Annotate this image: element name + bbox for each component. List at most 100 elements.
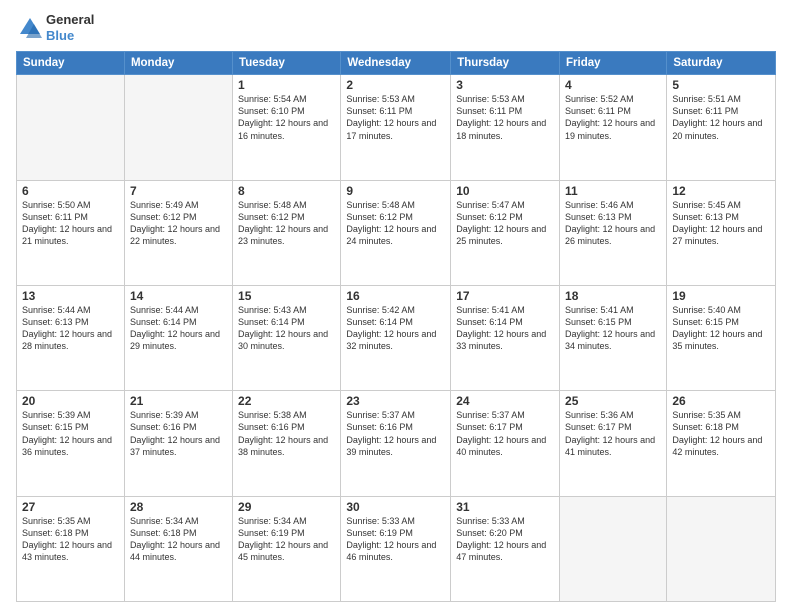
day-info: Sunrise: 5:33 AM Sunset: 6:20 PM Dayligh… [456,515,554,564]
day-info: Sunrise: 5:48 AM Sunset: 6:12 PM Dayligh… [346,199,445,248]
calendar-cell: 23Sunrise: 5:37 AM Sunset: 6:16 PM Dayli… [341,391,451,496]
calendar-cell: 27Sunrise: 5:35 AM Sunset: 6:18 PM Dayli… [17,496,125,601]
day-info: Sunrise: 5:41 AM Sunset: 6:15 PM Dayligh… [565,304,661,353]
day-info: Sunrise: 5:35 AM Sunset: 6:18 PM Dayligh… [22,515,119,564]
calendar-cell: 22Sunrise: 5:38 AM Sunset: 6:16 PM Dayli… [233,391,341,496]
day-info: Sunrise: 5:44 AM Sunset: 6:14 PM Dayligh… [130,304,227,353]
day-number: 6 [22,184,119,198]
weekday-header: Tuesday [233,52,341,75]
day-number: 4 [565,78,661,92]
day-info: Sunrise: 5:33 AM Sunset: 6:19 PM Dayligh… [346,515,445,564]
day-number: 26 [672,394,770,408]
page: GeneralBlue SundayMondayTuesdayWednesday… [0,0,792,612]
day-info: Sunrise: 5:40 AM Sunset: 6:15 PM Dayligh… [672,304,770,353]
day-number: 22 [238,394,335,408]
day-number: 18 [565,289,661,303]
calendar-cell: 7Sunrise: 5:49 AM Sunset: 6:12 PM Daylig… [124,180,232,285]
calendar-cell: 3Sunrise: 5:53 AM Sunset: 6:11 PM Daylig… [451,75,560,180]
day-info: Sunrise: 5:45 AM Sunset: 6:13 PM Dayligh… [672,199,770,248]
calendar-cell: 19Sunrise: 5:40 AM Sunset: 6:15 PM Dayli… [667,285,776,390]
day-info: Sunrise: 5:37 AM Sunset: 6:16 PM Dayligh… [346,409,445,458]
calendar-cell: 20Sunrise: 5:39 AM Sunset: 6:15 PM Dayli… [17,391,125,496]
day-number: 1 [238,78,335,92]
calendar-week-row: 20Sunrise: 5:39 AM Sunset: 6:15 PM Dayli… [17,391,776,496]
calendar-cell: 4Sunrise: 5:52 AM Sunset: 6:11 PM Daylig… [560,75,667,180]
day-info: Sunrise: 5:44 AM Sunset: 6:13 PM Dayligh… [22,304,119,353]
day-number: 31 [456,500,554,514]
calendar-cell: 2Sunrise: 5:53 AM Sunset: 6:11 PM Daylig… [341,75,451,180]
day-number: 30 [346,500,445,514]
day-number: 10 [456,184,554,198]
day-info: Sunrise: 5:50 AM Sunset: 6:11 PM Dayligh… [22,199,119,248]
day-info: Sunrise: 5:53 AM Sunset: 6:11 PM Dayligh… [456,93,554,142]
day-number: 29 [238,500,335,514]
calendar-week-row: 6Sunrise: 5:50 AM Sunset: 6:11 PM Daylig… [17,180,776,285]
calendar-cell: 10Sunrise: 5:47 AM Sunset: 6:12 PM Dayli… [451,180,560,285]
day-number: 12 [672,184,770,198]
calendar-cell: 28Sunrise: 5:34 AM Sunset: 6:18 PM Dayli… [124,496,232,601]
day-number: 2 [346,78,445,92]
day-number: 28 [130,500,227,514]
calendar-week-row: 27Sunrise: 5:35 AM Sunset: 6:18 PM Dayli… [17,496,776,601]
calendar-cell: 17Sunrise: 5:41 AM Sunset: 6:14 PM Dayli… [451,285,560,390]
day-info: Sunrise: 5:49 AM Sunset: 6:12 PM Dayligh… [130,199,227,248]
calendar-cell: 14Sunrise: 5:44 AM Sunset: 6:14 PM Dayli… [124,285,232,390]
day-info: Sunrise: 5:36 AM Sunset: 6:17 PM Dayligh… [565,409,661,458]
weekday-header: Wednesday [341,52,451,75]
day-info: Sunrise: 5:39 AM Sunset: 6:15 PM Dayligh… [22,409,119,458]
day-number: 17 [456,289,554,303]
calendar-cell [667,496,776,601]
day-number: 21 [130,394,227,408]
calendar-week-row: 1Sunrise: 5:54 AM Sunset: 6:10 PM Daylig… [17,75,776,180]
calendar: SundayMondayTuesdayWednesdayThursdayFrid… [16,51,776,602]
calendar-cell [560,496,667,601]
calendar-cell: 1Sunrise: 5:54 AM Sunset: 6:10 PM Daylig… [233,75,341,180]
day-number: 3 [456,78,554,92]
day-info: Sunrise: 5:37 AM Sunset: 6:17 PM Dayligh… [456,409,554,458]
day-number: 8 [238,184,335,198]
day-info: Sunrise: 5:41 AM Sunset: 6:14 PM Dayligh… [456,304,554,353]
calendar-cell: 21Sunrise: 5:39 AM Sunset: 6:16 PM Dayli… [124,391,232,496]
calendar-cell: 13Sunrise: 5:44 AM Sunset: 6:13 PM Dayli… [17,285,125,390]
header: GeneralBlue [16,12,776,43]
day-info: Sunrise: 5:53 AM Sunset: 6:11 PM Dayligh… [346,93,445,142]
day-number: 15 [238,289,335,303]
day-info: Sunrise: 5:34 AM Sunset: 6:19 PM Dayligh… [238,515,335,564]
weekday-header: Monday [124,52,232,75]
day-info: Sunrise: 5:52 AM Sunset: 6:11 PM Dayligh… [565,93,661,142]
day-number: 11 [565,184,661,198]
calendar-cell: 26Sunrise: 5:35 AM Sunset: 6:18 PM Dayli… [667,391,776,496]
calendar-header-row: SundayMondayTuesdayWednesdayThursdayFrid… [17,52,776,75]
logo: GeneralBlue [16,12,94,43]
weekday-header: Saturday [667,52,776,75]
logo-icon [16,14,44,42]
day-info: Sunrise: 5:38 AM Sunset: 6:16 PM Dayligh… [238,409,335,458]
weekday-header: Friday [560,52,667,75]
day-number: 16 [346,289,445,303]
weekday-header: Thursday [451,52,560,75]
calendar-cell [17,75,125,180]
day-number: 14 [130,289,227,303]
calendar-cell: 12Sunrise: 5:45 AM Sunset: 6:13 PM Dayli… [667,180,776,285]
day-number: 13 [22,289,119,303]
day-number: 5 [672,78,770,92]
day-info: Sunrise: 5:35 AM Sunset: 6:18 PM Dayligh… [672,409,770,458]
calendar-week-row: 13Sunrise: 5:44 AM Sunset: 6:13 PM Dayli… [17,285,776,390]
day-info: Sunrise: 5:46 AM Sunset: 6:13 PM Dayligh… [565,199,661,248]
day-info: Sunrise: 5:42 AM Sunset: 6:14 PM Dayligh… [346,304,445,353]
day-number: 27 [22,500,119,514]
logo-text: GeneralBlue [46,12,94,43]
day-info: Sunrise: 5:47 AM Sunset: 6:12 PM Dayligh… [456,199,554,248]
calendar-cell: 18Sunrise: 5:41 AM Sunset: 6:15 PM Dayli… [560,285,667,390]
calendar-cell: 11Sunrise: 5:46 AM Sunset: 6:13 PM Dayli… [560,180,667,285]
day-number: 19 [672,289,770,303]
day-number: 23 [346,394,445,408]
weekday-header: Sunday [17,52,125,75]
day-info: Sunrise: 5:34 AM Sunset: 6:18 PM Dayligh… [130,515,227,564]
calendar-cell: 30Sunrise: 5:33 AM Sunset: 6:19 PM Dayli… [341,496,451,601]
calendar-cell: 24Sunrise: 5:37 AM Sunset: 6:17 PM Dayli… [451,391,560,496]
calendar-cell: 29Sunrise: 5:34 AM Sunset: 6:19 PM Dayli… [233,496,341,601]
day-number: 25 [565,394,661,408]
calendar-cell [124,75,232,180]
day-number: 9 [346,184,445,198]
